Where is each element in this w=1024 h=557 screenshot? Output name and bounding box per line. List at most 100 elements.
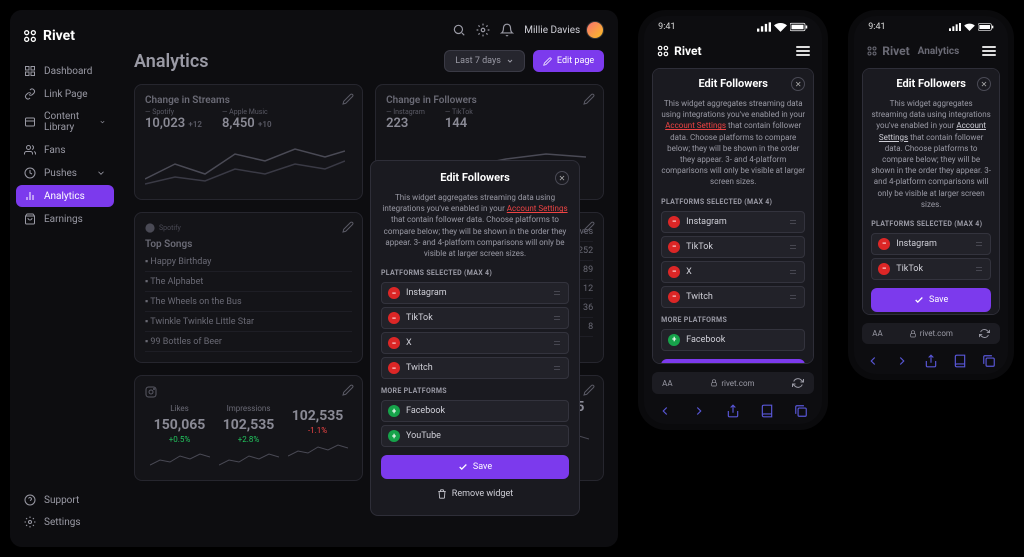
add-platform-button[interactable]: + (668, 334, 680, 346)
remove-platform-button[interactable]: − (388, 287, 400, 299)
sidebar-item-analytics[interactable]: Analytics (16, 185, 114, 207)
tabs-icon[interactable] (794, 404, 808, 418)
back-icon[interactable] (658, 404, 672, 418)
platform-item-facebook[interactable]: +Facebook (381, 400, 569, 422)
forward-icon[interactable] (895, 354, 909, 368)
platform-name: TikTok (896, 264, 968, 274)
card-title: Top Songs (145, 239, 352, 250)
account-settings-link[interactable]: Account Settings (665, 121, 726, 130)
platform-item-twitch[interactable]: −Twitch (381, 357, 569, 379)
platform-item-instagram[interactable]: −Instagram (381, 282, 569, 304)
chevron-down-icon (99, 117, 106, 127)
platform-item-facebook[interactable]: +Facebook (661, 329, 805, 351)
drag-icon[interactable] (788, 243, 798, 251)
platform-item-tiktok[interactable]: −TikTok (381, 307, 569, 329)
drag-icon[interactable] (552, 339, 562, 347)
edit-page-button[interactable]: Edit page (533, 50, 604, 72)
modal-description: This widget aggregates streaming data us… (661, 98, 805, 188)
drag-icon[interactable] (788, 268, 798, 276)
edit-icon[interactable] (342, 221, 354, 233)
platform-item-x[interactable]: −X (381, 332, 569, 354)
remove-platform-button[interactable]: − (388, 312, 400, 324)
edit-icon[interactable] (583, 93, 595, 105)
remove-platform-button[interactable]: − (388, 362, 400, 374)
support-icon (24, 494, 36, 506)
sidebar-item-content-library[interactable]: Content Library (16, 106, 114, 138)
drag-icon[interactable] (552, 364, 562, 372)
sparkline-chart (145, 139, 345, 189)
forward-icon[interactable] (692, 404, 706, 418)
back-icon[interactable] (866, 354, 880, 368)
menu-button[interactable] (982, 46, 996, 56)
remove-platform-button[interactable]: − (878, 263, 890, 275)
account-settings-link[interactable]: Account Settings (507, 204, 568, 213)
close-button[interactable]: ✕ (555, 171, 569, 185)
page-title: Analytics (134, 51, 209, 72)
sidebar-item-link-page[interactable]: Link Page (16, 83, 114, 105)
remove-platform-button[interactable]: − (668, 216, 680, 228)
platform-item-x[interactable]: −X (661, 261, 805, 283)
chevron-down-icon (506, 57, 514, 65)
table-row: ▪ 99 Bottles of Beer (145, 332, 352, 352)
share-icon[interactable] (726, 404, 740, 418)
drag-icon[interactable] (788, 218, 798, 226)
drag-icon[interactable] (788, 293, 798, 301)
platform-item-tiktok[interactable]: −TikTok (661, 236, 805, 258)
nav-main: DashboardLink PageContent LibraryFansPus… (10, 54, 120, 483)
tabs-icon[interactable] (982, 354, 996, 368)
bookmarks-icon[interactable] (760, 404, 774, 418)
remove-platform-button[interactable]: − (668, 266, 680, 278)
sidebar-item-dashboard[interactable]: Dashboard (16, 60, 114, 82)
bookmarks-icon[interactable] (953, 354, 967, 368)
lock-icon (909, 330, 917, 338)
breadcrumb: Analytics (918, 46, 960, 57)
save-button[interactable]: Save (871, 288, 991, 312)
close-button[interactable]: ✕ (791, 77, 805, 91)
url-bar[interactable]: AA rivet.com (652, 372, 814, 394)
platform-item-youtube[interactable]: +YouTube (381, 425, 569, 447)
chevron-down-icon (96, 168, 106, 178)
platforms-selected-label: PLATFORMS SELECTED (MAX 4) (381, 269, 569, 277)
edit-icon[interactable] (583, 384, 595, 396)
page-header: Analytics Last 7 days Edit page (134, 50, 604, 72)
font-size-toggle[interactable]: AA (662, 379, 672, 388)
remove-platform-button[interactable]: − (668, 241, 680, 253)
earnings-icon (24, 213, 36, 225)
drag-icon[interactable] (552, 314, 562, 322)
url-bar[interactable]: AA rivet.com (862, 323, 1000, 344)
analytics-icon (24, 190, 36, 202)
edit-icon[interactable] (342, 384, 354, 396)
platform-item-tiktok[interactable]: −TikTok (871, 258, 991, 280)
platform-item-instagram[interactable]: −Instagram (871, 233, 991, 255)
sidebar-item-fans[interactable]: Fans (16, 139, 114, 161)
card-stats-left: Likes150,065+0.5%Impressions102,535+2.8%… (134, 375, 363, 481)
sidebar-item-pushes[interactable]: Pushes (16, 162, 114, 184)
remove-platform-button[interactable]: − (388, 337, 400, 349)
save-button[interactable]: Save (381, 455, 569, 479)
edit-icon[interactable] (342, 93, 354, 105)
save-button[interactable]: Save (661, 359, 805, 365)
refresh-icon[interactable] (792, 377, 804, 389)
menu-button[interactable] (796, 46, 810, 56)
remove-widget-button[interactable]: Remove widget (381, 483, 569, 505)
sidebar-item-settings[interactable]: Settings (16, 511, 114, 533)
drag-icon[interactable] (974, 265, 984, 273)
drag-icon[interactable] (974, 240, 984, 248)
check-icon (914, 295, 924, 305)
platform-item-twitch[interactable]: −Twitch (661, 286, 805, 308)
add-platform-button[interactable]: + (388, 430, 400, 442)
platform-item-instagram[interactable]: −Instagram (661, 211, 805, 233)
sidebar-item-support[interactable]: Support (16, 489, 114, 511)
close-button[interactable]: ✕ (977, 77, 991, 91)
refresh-icon[interactable] (979, 328, 990, 339)
add-platform-button[interactable]: + (388, 405, 400, 417)
sidebar-item-earnings[interactable]: Earnings (16, 208, 114, 230)
edit-icon[interactable] (583, 221, 595, 233)
date-range-button[interactable]: Last 7 days (444, 50, 525, 72)
desktop-frame: Rivet DashboardLink PageContent LibraryF… (10, 10, 618, 547)
remove-platform-button[interactable]: − (878, 238, 890, 250)
share-icon[interactable] (924, 354, 938, 368)
drag-icon[interactable] (552, 289, 562, 297)
font-size-toggle[interactable]: AA (872, 329, 882, 338)
remove-platform-button[interactable]: − (668, 291, 680, 303)
